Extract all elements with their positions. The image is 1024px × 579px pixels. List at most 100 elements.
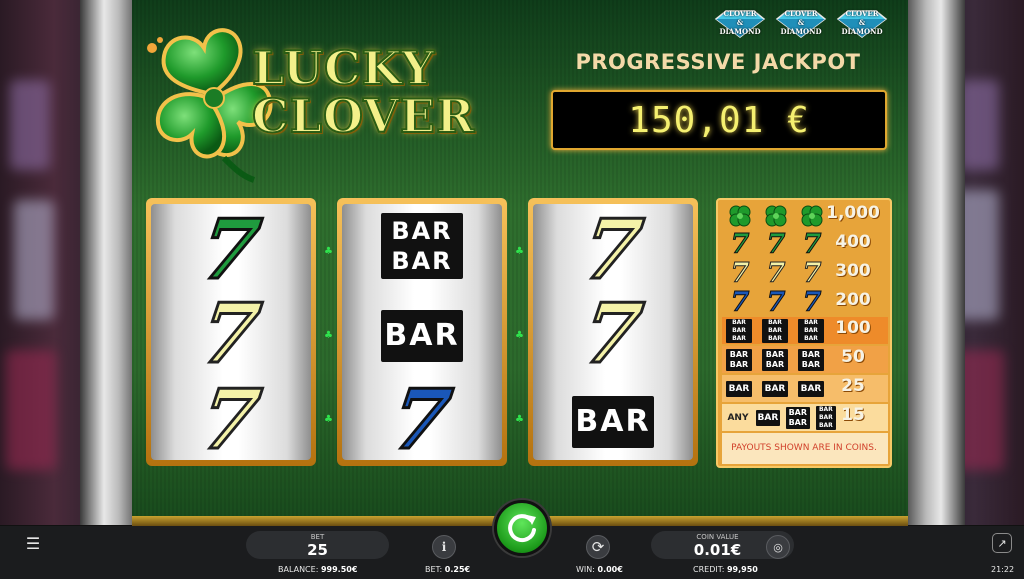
paytable-row: ANY BAR BAR BAR BAR BAR BAR 15 (722, 404, 888, 431)
paytable-payout: 25 (841, 376, 865, 396)
blurred-light (6, 350, 56, 470)
coins-icon: ◎ (773, 540, 783, 554)
menu-button[interactable]: ☰ (22, 532, 44, 554)
clover-diamond-badge: CLOVER & DIAMOND (773, 9, 829, 39)
info-button[interactable]: i (432, 535, 456, 559)
spin-arrow-icon (508, 514, 536, 543)
external-icon: ↗ (997, 536, 1007, 550)
game-logo: LUCKY CLOVER (142, 18, 487, 183)
paytable-combo: BAR BAR BAR BAR BAR BAR BAR BAR BAR (726, 319, 836, 343)
logo-title: LUCKY CLOVER (251, 41, 476, 143)
reel-window: 7 7 7 (151, 204, 311, 460)
reel-symbol-single-bar: BAR (342, 296, 502, 376)
paytable-combo: BAR BAR BAR (726, 377, 836, 401)
blue-seven-icon: 7 (730, 287, 750, 318)
payline-marker-icon: ♣ (324, 246, 333, 257)
reel-symbol-cream-seven: 7 (194, 371, 268, 461)
clock: 21:22 (991, 565, 1015, 574)
jackpot-title: PROGRESSIVE JACKPOT (575, 50, 861, 74)
clover-icon (765, 205, 787, 227)
triple-bar-icon: BAR BAR BAR (762, 319, 788, 343)
win-status: WIN: 0.00€ (576, 565, 623, 574)
any-label: ANY (727, 413, 749, 423)
reel-symbol-blue-seven: 7 (385, 371, 459, 461)
reel-symbol-cream-seven: 7 (576, 285, 650, 384)
paytable-payout: 100 (835, 318, 871, 338)
green-seven-icon: 7 (730, 229, 750, 260)
paytable: 1,000 7 7 7 400 7 7 7 300 7 7 7 200 BAR B… (716, 198, 892, 468)
blurred-light (14, 200, 54, 320)
payline-marker-icon: ♣ (515, 330, 524, 341)
green-seven-icon: 7 (766, 229, 786, 260)
double-bar-icon: BAR BAR (762, 349, 788, 371)
paytable-payout: 200 (835, 290, 871, 310)
balance-status: BALANCE: 999.50€ (278, 565, 358, 574)
reel-symbol-cream-seven: 7 (576, 204, 650, 300)
paytable-combo: 7 7 7 (726, 287, 836, 318)
jackpot-value: 150,01 € (628, 100, 810, 141)
reel-window: BAR BAR BAR 7 (342, 204, 502, 460)
paytable-note: PAYOUTS SHOWN ARE IN COINS. (731, 443, 877, 453)
triple-bar-icon: BAR BAR BAR (726, 319, 752, 343)
cabinet-chrome-right (905, 0, 965, 525)
clover-diamond-badge: CLOVER & DIAMOND (834, 9, 890, 39)
reel-3: 7 7 BAR (528, 198, 698, 466)
payline-marker-icon: ♣ (515, 414, 524, 425)
single-bar-icon: BAR (726, 381, 752, 397)
cream-seven-icon: 7 (766, 258, 786, 289)
paytable-combo: 7 7 7 (726, 229, 836, 260)
autoplay-icon: ⟳ (591, 538, 605, 556)
logo-line-1: LUCKY (251, 41, 436, 95)
reel-symbol-cream-seven: 7 (194, 285, 268, 384)
bet-value: 25 (307, 541, 328, 559)
external-link-button[interactable]: ↗ (992, 533, 1012, 553)
paytable-row: 7 7 7 400 (722, 229, 888, 260)
paytable-payout: 1,000 (826, 203, 880, 223)
reel-symbol-double-bar: BAR BAR (342, 206, 502, 286)
cream-seven-icon: 7 (730, 258, 750, 289)
credit-status: CREDIT: 99,950 (693, 565, 758, 574)
paytable-combo: 7 7 7 (726, 258, 836, 289)
payline-marker-icon: ♣ (324, 330, 333, 341)
paytable-payout: 400 (835, 232, 871, 252)
double-bar-icon: BAR BAR (798, 349, 824, 371)
info-icon: i (441, 540, 447, 554)
paytable-row: BAR BAR BAR BAR BAR BAR 50 (722, 346, 888, 373)
single-bar-icon: BAR (798, 381, 824, 397)
badge-label: CLOVER & DIAMOND (841, 9, 883, 36)
coins-button[interactable]: ◎ (766, 535, 790, 559)
paytable-row: 7 7 7 200 (722, 287, 888, 318)
logo-line-2: CLOVER (251, 89, 476, 143)
paytable-row: 1,000 (722, 202, 888, 229)
single-bar-icon: BAR (755, 410, 780, 426)
reel-symbol-single-bar: BAR (533, 382, 693, 460)
blue-seven-icon: 7 (766, 287, 786, 318)
coin-value: 0.01€ (693, 541, 742, 559)
menu-icon: ☰ (25, 533, 41, 553)
clover-icon (729, 205, 751, 227)
clover-diamond-badge: CLOVER & DIAMOND (712, 9, 768, 39)
paytable-combo: ANY BAR BAR BAR BAR BAR BAR (726, 406, 836, 430)
paytable-payout: 50 (841, 347, 865, 367)
paytable-row: 7 7 7 300 (722, 258, 888, 289)
jackpot-display: 150,01 € (551, 90, 887, 150)
reel-1: 7 7 7 (146, 198, 316, 466)
single-bar-icon: BAR (762, 381, 788, 397)
payline-marker-icon: ♣ (324, 414, 333, 425)
cabinet-chrome-left (80, 0, 140, 525)
coin-value-label: COIN VALUE (696, 533, 739, 541)
badge-label: CLOVER & DIAMOND (719, 9, 761, 36)
double-bar-icon: BAR BAR (726, 349, 752, 371)
paytable-payout: 300 (835, 261, 871, 281)
double-bar-icon: BAR BAR (785, 407, 810, 429)
blurred-light (10, 80, 50, 170)
spin-button[interactable] (494, 500, 550, 556)
reel-2: BAR BAR BAR 7 (337, 198, 507, 466)
autoplay-button[interactable]: ⟳ (586, 535, 610, 559)
payline-marker-icon: ♣ (515, 246, 524, 257)
triple-bar-icon: BAR BAR BAR (798, 319, 824, 343)
bet-status: BET: 0.25€ (425, 565, 471, 574)
badge-label: CLOVER & DIAMOND (780, 9, 822, 36)
reel-symbol-green-seven: 7 (194, 204, 268, 300)
reel-window: 7 7 BAR (533, 204, 693, 460)
